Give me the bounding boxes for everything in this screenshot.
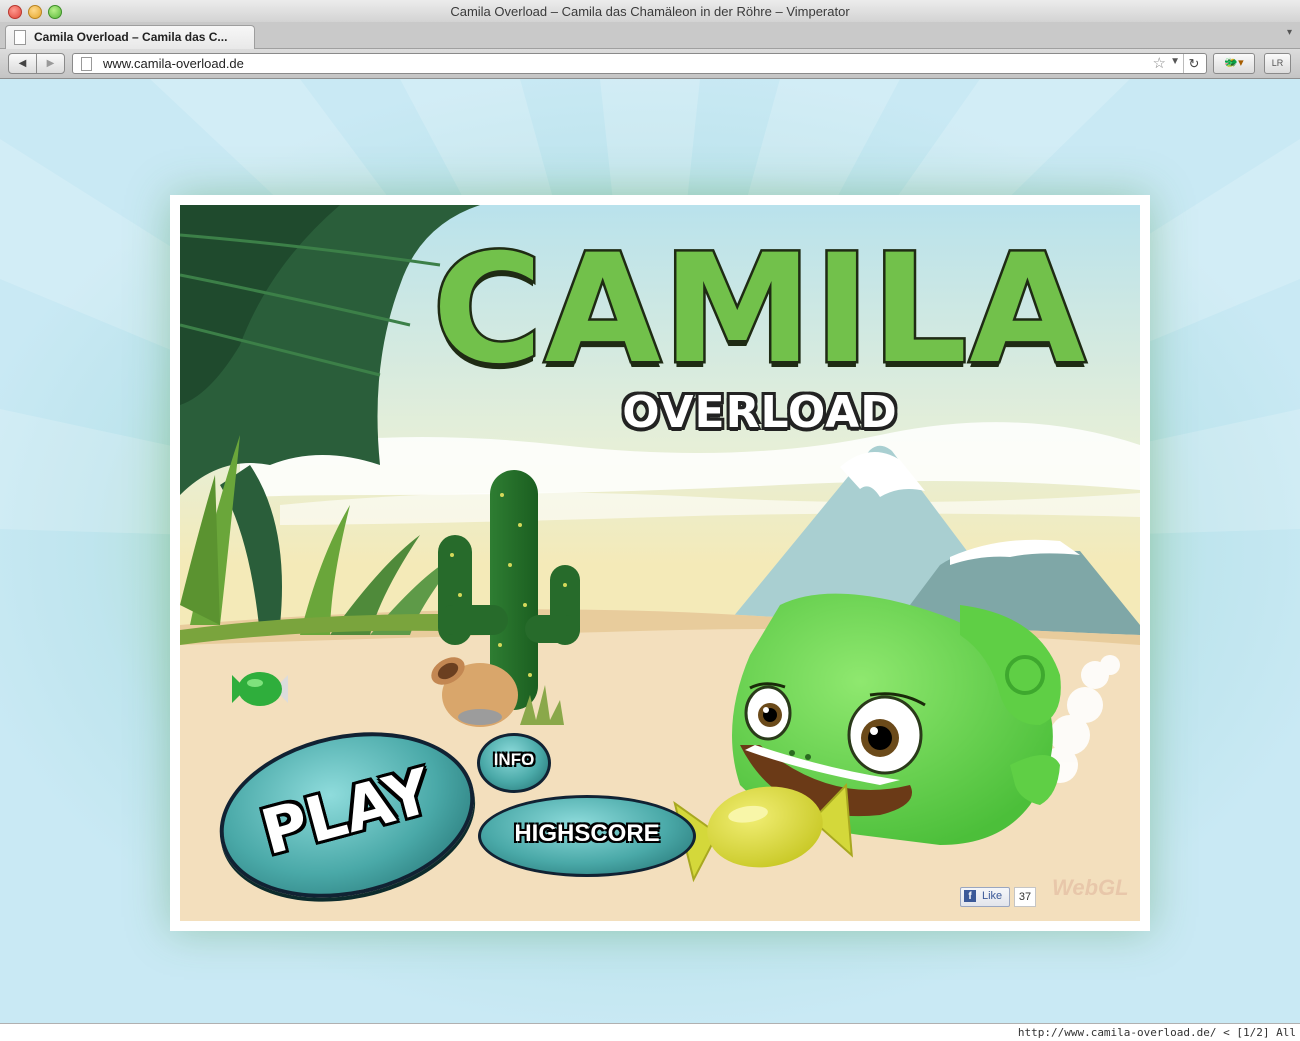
tab-list-chevron-icon[interactable]: ▾ [1287,27,1292,38]
facebook-like-button[interactable]: f Like [960,887,1010,907]
extension-button[interactable]: 🐲▾ [1213,53,1255,74]
window-title: Camila Overload – Camila das Chamäleon i… [450,4,850,19]
like-count: 37 [1014,887,1036,907]
tab-camila-overload[interactable]: Camila Overload – Camila das C... [5,25,255,49]
info-button[interactable]: INFO [477,733,551,793]
game-canvas[interactable]: CAMILA OVERLOAD PLAY INFO HIGHSCORE f Li… [180,205,1140,921]
game-title: CAMILA [430,223,1088,397]
page-icon [81,57,92,71]
back-button[interactable]: ◀ [8,53,37,74]
info-button-label: INFO [493,750,535,769]
navigation-bar: ◀ ▶ www.camila-overload.de ☆ ▼ ↻ 🐲▾ LR [0,49,1300,79]
status-bar: http://www.camila-overload.de/ < [1/2] A… [0,1023,1300,1041]
url-bar[interactable]: www.camila-overload.de ☆ ▼ ↻ [72,53,1207,74]
highscore-button-label: HIGHSCORE [514,820,660,847]
lr-button[interactable]: LR [1264,53,1291,74]
forward-button[interactable]: ▶ [36,53,65,74]
tab-bar: Camila Overload – Camila das C... ▾ [0,22,1300,49]
window-titlebar: Camila Overload – Camila das Chamäleon i… [0,0,1300,23]
page-content: CAMILA OVERLOAD PLAY INFO HIGHSCORE f Li… [0,79,1300,1023]
bookmark-star-icon[interactable]: ☆ [1153,54,1166,72]
game-frame: CAMILA OVERLOAD PLAY INFO HIGHSCORE f Li… [170,195,1150,931]
reload-button[interactable]: ↻ [1183,54,1204,73]
tab-label: Camila Overload – Camila das C... [34,30,228,44]
webgl-logo: WebGL [1052,875,1129,900]
game-subtitle: OVERLOAD [622,387,898,438]
highscore-button[interactable]: HIGHSCORE [478,795,696,877]
page-icon [14,30,26,45]
like-label: Like [982,890,1003,902]
url-text[interactable]: www.camila-overload.de [103,56,244,71]
facebook-icon: f [964,890,976,902]
history-dropdown-icon[interactable]: ▼ [1170,56,1180,67]
status-text: http://www.camila-overload.de/ < [1/2] A… [1017,1026,1296,1039]
